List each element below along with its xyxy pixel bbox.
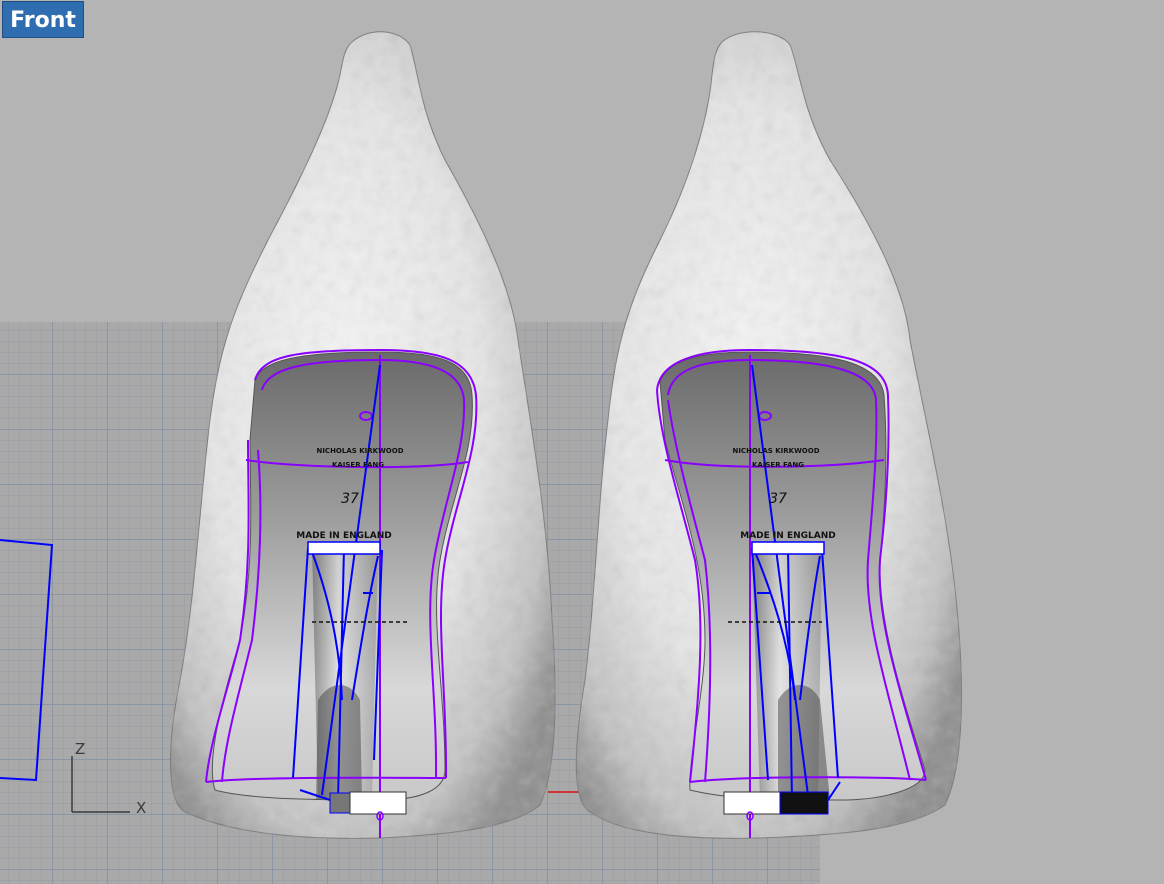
viewport-title-tab[interactable]: Front — [2, 1, 84, 38]
insole-brand-text: NICHOLAS KIRKWOOD — [316, 447, 403, 455]
insole-model-text: KAISER FANG — [752, 461, 804, 469]
heel-tip-block-dark[interactable] — [779, 791, 829, 815]
heel-tip-block[interactable] — [723, 791, 781, 815]
viewport-scene[interactable]: NICHOLAS KIRKWOOD KAISER FANG 37 MADE IN… — [0, 0, 1164, 884]
insole-brand-text: NICHOLAS KIRKWOOD — [732, 447, 819, 455]
insole-origin-text: MADE IN ENGLAND — [740, 531, 835, 541]
partial-outline-curve[interactable] — [0, 539, 54, 782]
heel-top-plate[interactable] — [751, 541, 825, 555]
heel-top-plate[interactable] — [307, 541, 381, 555]
heel-tip-block-dark[interactable] — [329, 792, 351, 814]
shoe-last-right[interactable]: NICHOLAS KIRKWOOD KAISER FANG 37 MADE IN… — [575, 31, 962, 839]
axes-icon — [71, 756, 130, 813]
insole-size-text: 37 — [769, 491, 787, 507]
shoe-last-left[interactable]: NICHOLAS KIRKWOOD KAISER FANG 37 MADE IN… — [170, 31, 556, 839]
axis-x-label: X — [136, 799, 147, 817]
insole-model-text: KAISER FANG — [332, 461, 384, 469]
heel-tip-block[interactable] — [349, 791, 407, 815]
axis-z-label: Z — [75, 740, 86, 758]
rhino-front-viewport[interactable]: NICHOLAS KIRKWOOD KAISER FANG 37 MADE IN… — [0, 0, 1164, 884]
insole-origin-text: MADE IN ENGLAND — [296, 531, 391, 541]
insole-size-text: 37 — [341, 491, 359, 507]
